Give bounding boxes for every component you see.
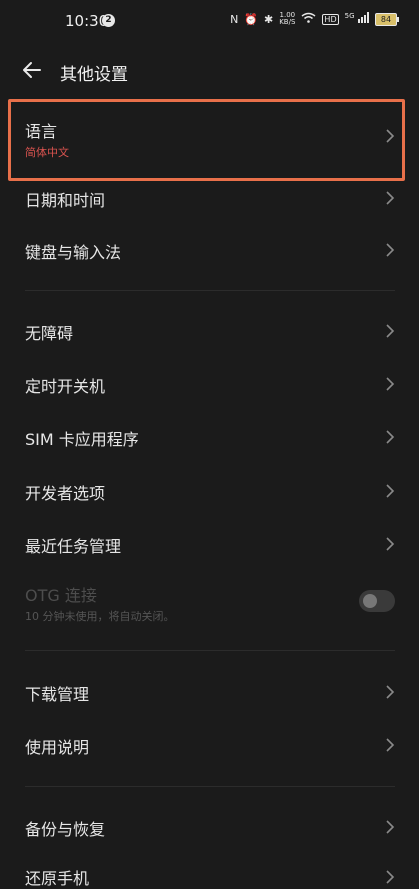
divider [25, 290, 395, 291]
wifi-icon [301, 12, 316, 26]
row-label: SIM 卡应用程序 [25, 430, 139, 449]
chevron-right-icon [386, 377, 395, 391]
row-label: 最近任务管理 [25, 537, 122, 556]
network-speed: 1.00 KB/S [279, 12, 295, 26]
row-accessibility[interactable]: 无障碍 [0, 309, 419, 353]
row-keyboard-input[interactable]: 键盘与输入法 [0, 228, 419, 272]
chevron-right-icon [386, 870, 395, 884]
chevron-right-icon [386, 685, 395, 699]
chevron-right-icon [386, 324, 395, 338]
row-developer-options[interactable]: 开发者选项 [0, 469, 419, 513]
nfc-icon: N [230, 12, 239, 26]
signal-type: 5G [344, 12, 355, 20]
row-label: 日期和时间 [25, 191, 106, 210]
divider [25, 650, 395, 651]
row-language[interactable]: 语言 简体中文 [0, 108, 419, 172]
chevron-right-icon [386, 738, 395, 752]
notification-count-badge: 2 [102, 14, 115, 27]
chevron-right-icon [386, 537, 395, 551]
row-label: 使用说明 [25, 738, 90, 757]
row-user-guide[interactable]: 使用说明 [0, 723, 419, 767]
row-recent-tasks[interactable]: 最近任务管理 [0, 522, 419, 566]
toggle-knob [363, 594, 377, 608]
status-bar: 10:30 2 N ⏰ ✱ 1.00 KB/S HD 5G 84 [0, 0, 419, 44]
row-download-manager[interactable]: 下载管理 [0, 670, 419, 714]
chevron-right-icon [386, 430, 395, 444]
chevron-right-icon [386, 243, 395, 257]
row-label: 下载管理 [25, 685, 90, 704]
row-scheduled-power[interactable]: 定时开关机 [0, 362, 419, 406]
row-label: OTG 连接 [25, 586, 97, 605]
signal-icon: 5G [345, 12, 369, 26]
back-button[interactable] [20, 58, 44, 82]
row-label: 还原手机 [25, 869, 90, 888]
chevron-right-icon [386, 191, 395, 205]
divider [25, 786, 395, 787]
row-label: 键盘与输入法 [25, 243, 122, 262]
row-label: 无障碍 [25, 324, 74, 343]
row-label: 定时开关机 [25, 377, 106, 396]
page-title: 其他设置 [60, 65, 128, 85]
chevron-right-icon [386, 129, 395, 143]
header: 其他设置 [0, 52, 419, 92]
row-sublabel: 10 分钟未使用，将自动关闭。 [25, 610, 175, 623]
hd-icon: HD [322, 13, 339, 25]
row-label: 备份与恢复 [25, 820, 106, 839]
otg-toggle[interactable] [359, 590, 395, 612]
row-date-time[interactable]: 日期和时间 [0, 176, 419, 220]
status-icons: N ⏰ ✱ 1.00 KB/S HD 5G 84 [230, 12, 399, 26]
battery-icon: 84 [375, 12, 399, 26]
bluetooth-icon: ✱ [264, 12, 274, 26]
row-otg: OTG 连接 10 分钟未使用，将自动关闭。 [0, 578, 419, 630]
row-label: 开发者选项 [25, 484, 106, 503]
alarm-icon: ⏰ [244, 12, 258, 26]
row-sublabel: 简体中文 [25, 146, 69, 159]
row-reset-phone[interactable]: 还原手机 [0, 855, 419, 888]
back-arrow-icon [23, 62, 41, 78]
chevron-right-icon [386, 484, 395, 498]
row-sim-apps[interactable]: SIM 卡应用程序 [0, 415, 419, 459]
chevron-right-icon [386, 820, 395, 834]
row-backup-restore[interactable]: 备份与恢复 [0, 805, 419, 849]
network-speed-unit: KB/S [279, 18, 296, 26]
row-label: 语言 [25, 122, 58, 141]
